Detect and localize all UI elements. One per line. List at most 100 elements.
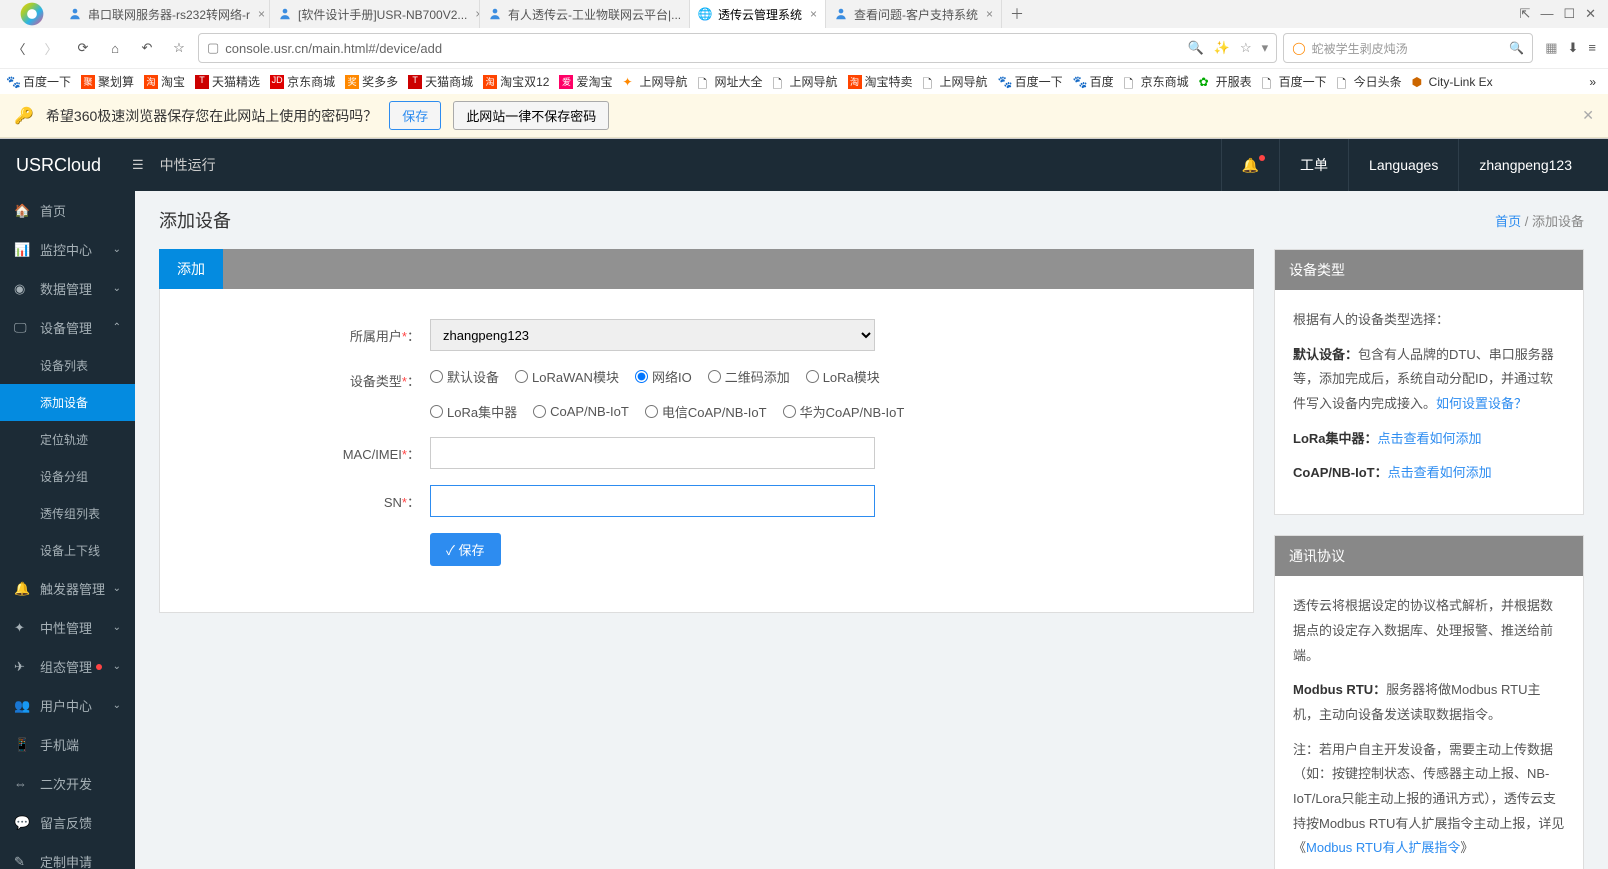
url-input[interactable]: ▢ console.usr.cn/main.html#/device/add 🔍… [198, 33, 1277, 63]
bookmark-item[interactable]: 奖奖多多 [345, 73, 398, 90]
device-type-option[interactable]: 默认设备 [430, 367, 499, 386]
search-icon[interactable]: 🔍 [1509, 41, 1524, 55]
modbus-ext-link[interactable]: Modbus RTU有人扩展指令 [1306, 840, 1460, 855]
bookmark-item[interactable]: 🐾百度 [1073, 73, 1114, 90]
device-type-option[interactable]: 电信CoAP/NB-IoT [645, 402, 767, 421]
forward-button[interactable]: 〉 [38, 35, 64, 61]
bookmark-item[interactable]: ✿开服表 [1199, 73, 1252, 90]
device-type-option[interactable]: LoRa集中器 [430, 402, 517, 421]
sidebar-item-device[interactable]: 🖵设备管理⌃ [0, 308, 135, 347]
star-icon[interactable]: ☆ [166, 35, 192, 61]
favorite-icon[interactable]: ☆ [1240, 40, 1252, 56]
brand-logo[interactable]: USRCloud [16, 155, 116, 176]
reload-button[interactable]: ⟳ [70, 35, 96, 61]
user-menu[interactable]: zhangpeng123 [1458, 139, 1592, 191]
bookmark-item[interactable]: T天猫精选 [195, 73, 260, 90]
browser-tab[interactable]: 有人透传云-工业物联网云平台|...× [480, 0, 690, 28]
sidebar-item-device-online[interactable]: 设备上下线 [0, 532, 135, 569]
close-icon[interactable]: × [258, 7, 265, 21]
minimize-icon[interactable]: — [1540, 6, 1553, 22]
never-save-password-button[interactable]: 此网站一律不保存密码 [453, 101, 609, 130]
downloads-icon[interactable]: ⬇ [1568, 40, 1579, 56]
bookmark-item[interactable]: 淘淘宝 [144, 73, 185, 90]
save-password-button[interactable]: 保存 [389, 101, 441, 130]
bookmark-item[interactable]: 🗋今日头条 [1337, 73, 1402, 90]
bookmark-item[interactable]: 🗋网址大全 [698, 73, 763, 90]
sidebar-item-device-add[interactable]: 添加设备 [0, 384, 135, 421]
sidebar-item-data[interactable]: ◉数据管理⌄ [0, 269, 135, 308]
sidebar-item-mobile[interactable]: 📱手机端 [0, 725, 135, 764]
bookmark-item[interactable]: 🗋上网导航 [923, 73, 988, 90]
extensions-icon[interactable]: ▦ [1545, 40, 1557, 56]
zoom-icon[interactable]: 🔍 [1188, 40, 1204, 56]
device-type-option[interactable]: 二维码添加 [708, 367, 790, 386]
back-button[interactable]: 〈 [6, 35, 32, 61]
bookmark-item[interactable]: ⬢City-Link Ex [1412, 75, 1493, 89]
sidebar-item-feedback[interactable]: 💬留言反馈 [0, 803, 135, 842]
dismiss-banner[interactable]: ✕ [1582, 107, 1594, 124]
sidebar-item-device-track[interactable]: 定位轨迹 [0, 421, 135, 458]
sidebar-item-dev[interactable]: ⇔二次开发 [0, 764, 135, 803]
sidebar-item-config[interactable]: ✈组态管理⌄ [0, 647, 135, 686]
sidebar-item-trigger[interactable]: 🔔触发器管理⌄ [0, 569, 135, 608]
sidebar-toggle[interactable]: ☰ [132, 157, 144, 173]
bookmark-item[interactable]: 🐾百度一下 [998, 73, 1063, 90]
bookmark-item[interactable]: 淘淘宝双12 [483, 73, 549, 90]
lora-link[interactable]: 点击查看如何添加 [1378, 431, 1482, 446]
sn-input[interactable] [430, 485, 875, 517]
new-tab-button[interactable]: ＋ [1002, 4, 1032, 24]
device-type-option[interactable]: CoAP/NB-IoT [533, 402, 629, 421]
notifications-button[interactable]: 🔔 [1221, 139, 1279, 191]
browser-logo [4, 1, 60, 27]
sidebar-item-device-template[interactable]: 透传组列表 [0, 495, 135, 532]
sidebar-item-custom[interactable]: ✎定制申请 [0, 842, 135, 869]
browser-tab-active[interactable]: 🌐透传云管理系统× [690, 0, 826, 28]
browser-tab[interactable]: [软件设计手册]USR-NB700V2...× [270, 0, 480, 28]
bookmark-item[interactable]: 🐾百度一下 [6, 73, 71, 90]
search-input[interactable]: ◯ 蛇被学生剥皮炖汤 🔍 [1283, 33, 1533, 63]
site-info-icon[interactable]: ▢ [207, 40, 219, 56]
mac-input[interactable] [430, 437, 875, 469]
bookmark-item[interactable]: T天猫商城 [408, 73, 473, 90]
menu-icon[interactable]: ≡ [1588, 40, 1596, 56]
bookmark-item[interactable]: 淘淘宝特卖 [848, 73, 913, 90]
sidebar-item-neutral[interactable]: ✦中性管理⌄ [0, 608, 135, 647]
wand-icon[interactable]: ✨ [1214, 40, 1230, 56]
sidebar-item-monitor[interactable]: 📊监控中心⌄ [0, 230, 135, 269]
language-selector[interactable]: Languages [1348, 139, 1458, 191]
device-type-option[interactable]: 华为CoAP/NB-IoT [783, 402, 905, 421]
owner-select[interactable]: zhangpeng123 [430, 319, 875, 351]
close-icon[interactable]: × [986, 7, 993, 21]
breadcrumb-home[interactable]: 首页 [1495, 214, 1521, 229]
howto-link[interactable]: 如何设置设备？ [1436, 396, 1527, 411]
home-button[interactable]: ⌂ [102, 35, 128, 61]
save-button[interactable]: 保存 [430, 533, 501, 566]
close-window-icon[interactable]: ✕ [1585, 6, 1596, 22]
sidebar-item-device-list[interactable]: 设备列表 [0, 347, 135, 384]
bookmark-item[interactable]: 🗋上网导航 [773, 73, 838, 90]
bookmark-item[interactable]: 聚聚划算 [81, 73, 134, 90]
coap-link[interactable]: 点击查看如何添加 [1388, 465, 1492, 480]
bookmark-item[interactable]: 🗋京东商城 [1124, 73, 1189, 90]
maximize-icon[interactable]: ☐ [1563, 6, 1575, 22]
sidebar-item-home[interactable]: 🏠首页 [0, 191, 135, 230]
breadcrumb: 首页 / 添加设备 [1495, 211, 1584, 230]
tab-add[interactable]: 添加 [159, 249, 223, 289]
close-icon[interactable]: × [810, 7, 817, 21]
dropdown-icon[interactable]: ▾ [1262, 40, 1269, 56]
tickets-link[interactable]: 工单 [1279, 139, 1348, 191]
undo-button[interactable]: ↶ [134, 35, 160, 61]
bookmark-item[interactable]: 爱爱淘宝 [559, 73, 612, 90]
sidebar-item-device-group[interactable]: 设备分组 [0, 458, 135, 495]
bookmark-item[interactable]: JD京东商城 [270, 73, 335, 90]
bookmark-item[interactable]: 🗋百度一下 [1262, 73, 1327, 90]
browser-tab[interactable]: 查看问题-客户支持系统× [826, 0, 1002, 28]
device-type-option[interactable]: 网络IO [635, 367, 692, 386]
bookmark-item[interactable]: ✦上网导航 [622, 73, 687, 90]
pin-icon[interactable]: ⇱ [1520, 6, 1531, 22]
device-type-option[interactable]: LoRaWAN模块 [515, 367, 619, 386]
device-type-option[interactable]: LoRa模块 [806, 367, 880, 386]
browser-tab[interactable]: 串口联网服务器-rs232转网络-r× [60, 0, 270, 28]
sidebar-item-user[interactable]: 👥用户中心⌄ [0, 686, 135, 725]
bookmarks-overflow[interactable]: » [1589, 75, 1602, 89]
